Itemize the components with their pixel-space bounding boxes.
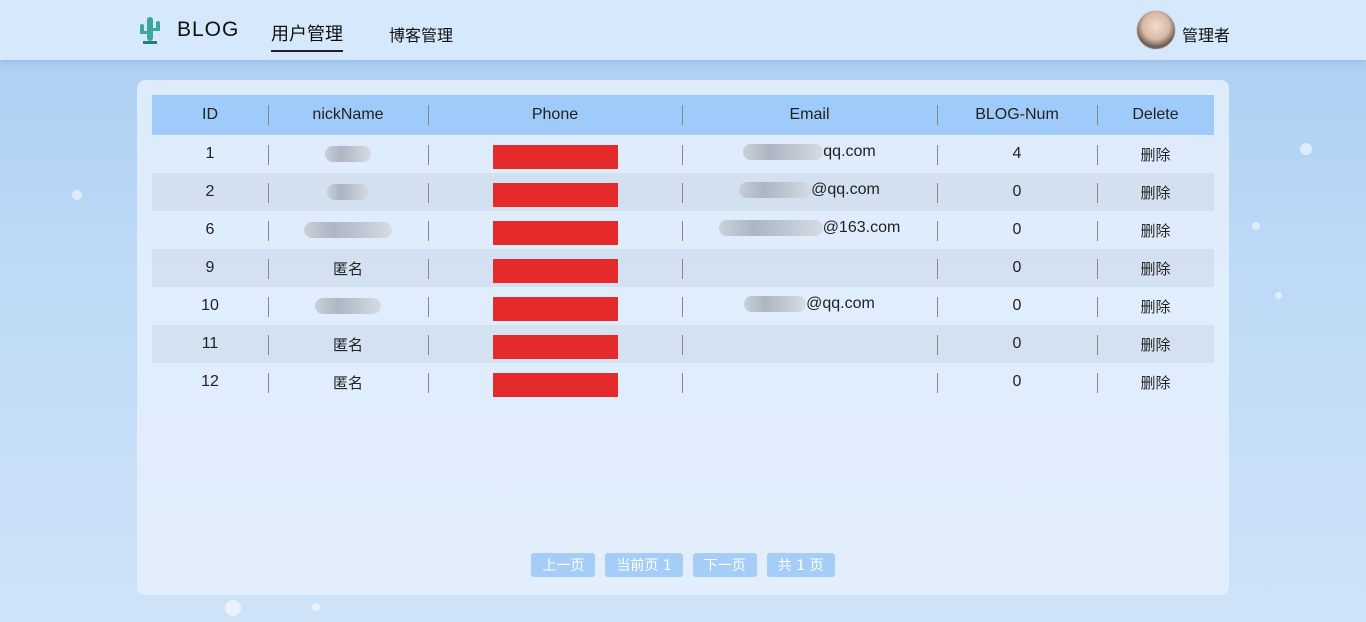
column-header-id: ID: [202, 106, 218, 123]
cell-email: [682, 249, 937, 287]
bubble-decoration: [312, 603, 320, 611]
column-header-delete: Delete: [1097, 95, 1214, 135]
cell-id: 6: [205, 221, 215, 238]
redacted-nickname: [325, 145, 371, 162]
cell-nickname: 匿名: [268, 325, 428, 363]
cell-id: 1: [205, 145, 215, 162]
column-header-blog-num: BLOG-Num: [937, 95, 1097, 135]
cell-nickname: [268, 135, 428, 173]
pagination: 上一页 当前页 1 下一页 共 1 页: [137, 553, 1229, 577]
top-navbar: BLOG 用户管理 博客管理 管理者: [0, 0, 1366, 60]
table-row: 11 匿名 0 删除: [152, 325, 1214, 363]
redacted-phone: [492, 259, 618, 283]
user-table: ID nickName Phone Email BLOG-Num Delete …: [152, 95, 1214, 401]
cell-id: 12: [201, 373, 219, 390]
email-domain: qq.com: [823, 143, 876, 160]
cell-id: 9: [205, 259, 215, 276]
cell-blog-num: 0: [937, 249, 1097, 287]
delete-button[interactable]: 删除: [1097, 287, 1214, 325]
cell-id: 2: [205, 183, 215, 200]
redacted-email: [718, 220, 823, 236]
cell-phone: [428, 135, 682, 173]
redacted-nickname: [304, 221, 392, 238]
cell-blog-num: 0: [937, 173, 1097, 211]
cell-email: qq.com: [682, 135, 937, 173]
bubble-decoration: [225, 600, 241, 616]
redacted-email: [744, 296, 807, 312]
bubble-decoration: [1300, 143, 1312, 155]
delete-button[interactable]: 删除: [1097, 211, 1214, 249]
table-row: 12 匿名 0 删除: [152, 363, 1214, 401]
total-pages-indicator: 共 1 页: [766, 553, 835, 577]
cell-nickname: [268, 287, 428, 325]
cell-phone: [428, 211, 682, 249]
cell-blog-num: 0: [937, 325, 1097, 363]
cell-phone: [428, 173, 682, 211]
table-row: 10 @qq.com 0 删除: [152, 287, 1214, 325]
cell-phone: [428, 325, 682, 363]
next-page-button[interactable]: 下一页: [692, 553, 757, 577]
cell-phone: [428, 249, 682, 287]
redacted-phone: [492, 145, 618, 169]
cell-phone: [428, 363, 682, 401]
email-domain: @qq.com: [811, 181, 880, 198]
email-domain: @qq.com: [806, 295, 875, 312]
app-logo-text[interactable]: BLOG: [177, 18, 239, 42]
cell-email: @163.com: [682, 211, 937, 249]
cell-email: @qq.com: [682, 173, 937, 211]
cell-blog-num: 4: [937, 135, 1097, 173]
delete-button[interactable]: 删除: [1097, 363, 1214, 401]
bubble-decoration: [1275, 292, 1282, 299]
cell-nickname: [268, 173, 428, 211]
cell-blog-num: 0: [937, 211, 1097, 249]
cell-id: 11: [201, 335, 219, 352]
redacted-phone: [492, 373, 618, 397]
cell-blog-num: 0: [937, 363, 1097, 401]
cell-blog-num: 0: [937, 287, 1097, 325]
table-row: 1 qq.com 4 删除: [152, 135, 1214, 173]
redacted-nickname: [327, 183, 369, 200]
column-header-phone: Phone: [428, 95, 682, 135]
cell-id: 10: [201, 297, 219, 314]
nav-user-management[interactable]: 用户管理: [271, 20, 343, 52]
current-page-indicator: 当前页 1: [605, 553, 683, 577]
table-row: 6 @163.com 0 删除: [152, 211, 1214, 249]
prev-page-button[interactable]: 上一页: [531, 553, 596, 577]
redacted-phone: [492, 183, 618, 207]
nav-blog-management[interactable]: 博客管理: [389, 22, 453, 46]
cell-nickname: 匿名: [268, 363, 428, 401]
bubble-decoration: [1252, 222, 1260, 230]
cell-nickname: [268, 211, 428, 249]
table-row: 2 @qq.com 0 删除: [152, 173, 1214, 211]
cactus-icon: [140, 17, 160, 44]
cell-email: @qq.com: [682, 287, 937, 325]
username[interactable]: 管理者: [1182, 22, 1230, 46]
cell-email: [682, 363, 937, 401]
table-row: 9 匿名 0 删除: [152, 249, 1214, 287]
delete-button[interactable]: 删除: [1097, 173, 1214, 211]
bubble-decoration: [72, 190, 82, 200]
cell-phone: [428, 287, 682, 325]
redacted-phone: [492, 297, 618, 321]
cell-email: [682, 325, 937, 363]
avatar[interactable]: [1136, 10, 1176, 50]
redacted-phone: [492, 221, 618, 245]
redacted-email: [739, 182, 812, 198]
redacted-phone: [492, 335, 618, 359]
user-table-panel: ID nickName Phone Email BLOG-Num Delete …: [137, 80, 1229, 595]
table-header-row: ID nickName Phone Email BLOG-Num Delete: [152, 95, 1214, 135]
delete-button[interactable]: 删除: [1097, 249, 1214, 287]
delete-button[interactable]: 删除: [1097, 135, 1214, 173]
redacted-email: [743, 144, 824, 160]
delete-button[interactable]: 删除: [1097, 325, 1214, 363]
redacted-nickname: [315, 297, 381, 314]
column-header-nickname: nickName: [268, 95, 428, 135]
email-domain: @163.com: [822, 219, 901, 236]
column-header-email: Email: [682, 95, 937, 135]
cell-nickname: 匿名: [268, 249, 428, 287]
